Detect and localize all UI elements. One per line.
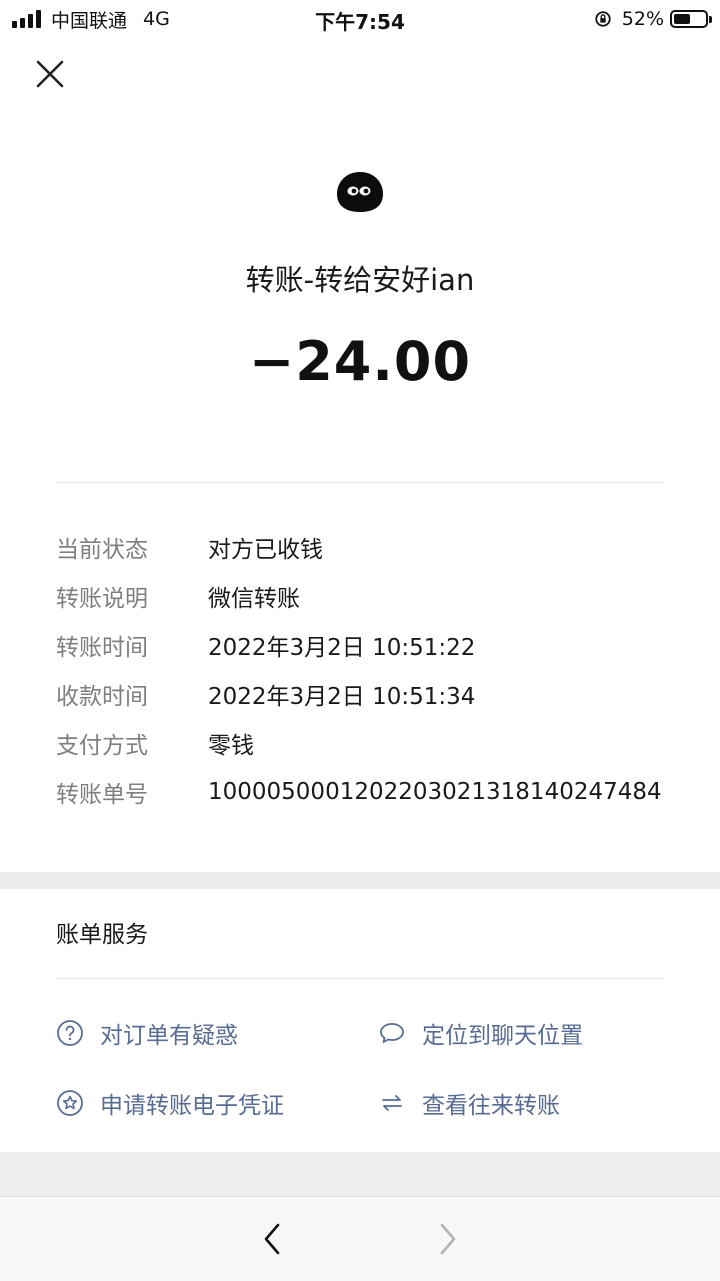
detail-label: 支付方式	[56, 732, 148, 759]
service-label: 查看往来转账	[422, 1093, 560, 1119]
question-circle-icon	[56, 1019, 84, 1047]
view-transfers-link[interactable]: 查看往来转账	[378, 1086, 560, 1120]
services-title: 账单服务	[56, 922, 148, 948]
status-right: 52%	[594, 6, 712, 32]
order-question-link[interactable]: 对订单有疑惑	[56, 1016, 238, 1050]
transfer-title: 转账-转给安好ian	[245, 263, 475, 297]
transfer-amount: −24.00	[248, 330, 472, 393]
detail-value[interactable]: 1000050001202203021318140247484	[208, 779, 662, 805]
orientation-lock-icon	[595, 11, 611, 27]
battery-icon	[670, 10, 712, 28]
detail-label: 转账时间	[56, 634, 148, 661]
transfer-details: 当前状态 对方已收钱 转账说明 微信转账 转账时间 2022年3月2日 10:5…	[56, 522, 676, 816]
detail-label: 转账单号	[56, 781, 148, 808]
avatar	[337, 172, 383, 212]
battery-percent: 52%	[621, 8, 664, 30]
star-circle-icon	[56, 1089, 84, 1117]
service-label: 定位到聊天位置	[422, 1023, 583, 1049]
chevron-left-icon[interactable]	[256, 1215, 288, 1263]
detail-value: 对方已收钱	[208, 536, 323, 563]
status-bar: 中国联通 4G 下午7:54 52%	[0, 0, 720, 38]
detail-row-status: 当前状态 对方已收钱	[56, 522, 676, 571]
close-icon[interactable]	[30, 54, 70, 94]
chat-bubble-icon	[378, 1019, 406, 1047]
detail-value: 零钱	[208, 732, 254, 759]
detail-row-payment-method: 支付方式 零钱	[56, 718, 676, 767]
detail-value: 2022年3月2日 10:51:34	[208, 683, 476, 710]
detail-value: 2022年3月2日 10:51:22	[208, 634, 476, 661]
bottom-spacer	[0, 1152, 720, 1196]
service-label: 申请转账电子凭证	[100, 1093, 284, 1119]
swap-arrows-icon	[378, 1089, 406, 1117]
detail-row-note: 转账说明 微信转账	[56, 571, 676, 620]
detail-row-order-number: 转账单号 1000050001202203021318140247484	[56, 767, 676, 816]
detail-value: 微信转账	[208, 585, 300, 612]
detail-label: 转账说明	[56, 585, 148, 612]
detail-row-receive-time: 收款时间 2022年3月2日 10:51:34	[56, 669, 676, 718]
divider	[56, 482, 664, 483]
service-label: 对订单有疑惑	[100, 1023, 238, 1049]
divider	[56, 978, 664, 979]
locate-chat-link[interactable]: 定位到聊天位置	[378, 1016, 583, 1050]
detail-row-transfer-time: 转账时间 2022年3月2日 10:51:22	[56, 620, 676, 669]
apply-receipt-link[interactable]: 申请转账电子凭证	[56, 1086, 284, 1120]
chevron-right-icon[interactable]	[432, 1215, 464, 1263]
detail-label: 当前状态	[56, 536, 148, 563]
detail-label: 收款时间	[56, 683, 148, 710]
section-separator	[0, 872, 720, 889]
bottom-nav-bar	[0, 1196, 720, 1281]
